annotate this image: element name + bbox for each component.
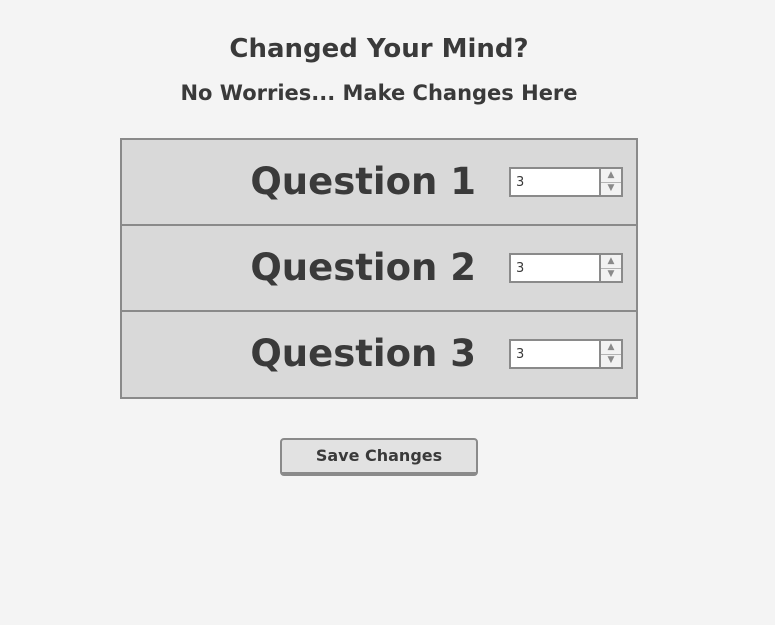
- stepper-arrows: ▲ ▼: [599, 341, 621, 367]
- question-1-stepper[interactable]: 3 ▲ ▼: [509, 167, 623, 197]
- stepper-up-icon[interactable]: ▲: [601, 169, 621, 183]
- question-label: Question 3: [250, 332, 476, 375]
- stepper-value[interactable]: 3: [516, 169, 524, 196]
- save-changes-button[interactable]: Save Changes: [280, 438, 478, 476]
- stepper-up-icon[interactable]: ▲: [601, 341, 621, 355]
- stepper-arrows: ▲ ▼: [599, 255, 621, 281]
- question-label: Question 1: [250, 160, 476, 203]
- stepper-down-icon[interactable]: ▼: [601, 182, 621, 195]
- stepper-down-icon[interactable]: ▼: [601, 354, 621, 367]
- question-row: Question 2 3 ▲ ▼: [122, 226, 636, 312]
- stepper-value[interactable]: 3: [516, 255, 524, 282]
- stepper-up-icon[interactable]: ▲: [601, 255, 621, 269]
- question-row: Question 3 3 ▲ ▼: [122, 312, 636, 397]
- question-label: Question 2: [250, 246, 476, 289]
- questions-table: Question 1 3 ▲ ▼ Question 2 3 ▲ ▼ Questi…: [120, 138, 638, 399]
- question-3-stepper[interactable]: 3 ▲ ▼: [509, 339, 623, 369]
- question-row: Question 1 3 ▲ ▼: [122, 140, 636, 226]
- stepper-value[interactable]: 3: [516, 341, 524, 368]
- page-title: Changed Your Mind?: [229, 34, 529, 64]
- stepper-down-icon[interactable]: ▼: [601, 268, 621, 281]
- stepper-arrows: ▲ ▼: [599, 169, 621, 195]
- page-subtitle: No Worries... Make Changes Here: [180, 81, 578, 105]
- question-2-stepper[interactable]: 3 ▲ ▼: [509, 253, 623, 283]
